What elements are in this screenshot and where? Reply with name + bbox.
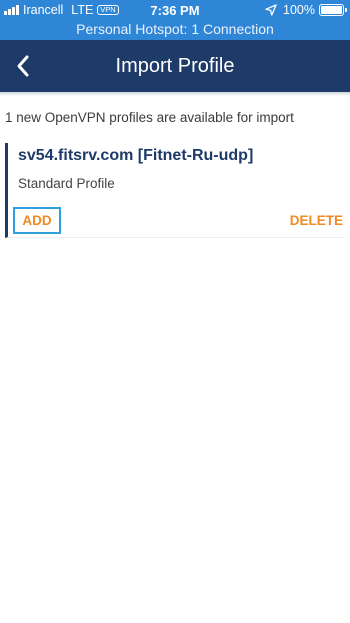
location-arrow-icon xyxy=(265,4,277,16)
profile-name: sv54.fitsrv.com [Fitnet-Ru-udp] xyxy=(18,147,254,164)
navigation-bar: Import Profile xyxy=(0,40,350,92)
battery-icon xyxy=(319,4,347,16)
status-bar-row: Irancell LTE VPN 7:36 PM 100% xyxy=(0,0,350,20)
navbar-shadow xyxy=(0,92,350,96)
profile-type: Standard Profile xyxy=(18,176,115,191)
status-bar: Irancell LTE VPN 7:36 PM 100% Personal H… xyxy=(0,0,350,40)
import-info-text: 1 new OpenVPN profiles are available for… xyxy=(5,110,294,125)
battery-percent: 100% xyxy=(283,3,315,17)
status-right: 100% xyxy=(265,3,347,17)
profile-card: sv54.fitsrv.com [Fitnet-Ru-udp] Standard… xyxy=(5,143,345,238)
hotspot-banner[interactable]: Personal Hotspot: 1 Connection xyxy=(0,20,350,38)
delete-button[interactable]: DELETE xyxy=(288,207,345,234)
battery-level xyxy=(321,6,342,14)
page-title: Import Profile xyxy=(115,55,235,77)
add-button[interactable]: ADD xyxy=(13,207,61,234)
